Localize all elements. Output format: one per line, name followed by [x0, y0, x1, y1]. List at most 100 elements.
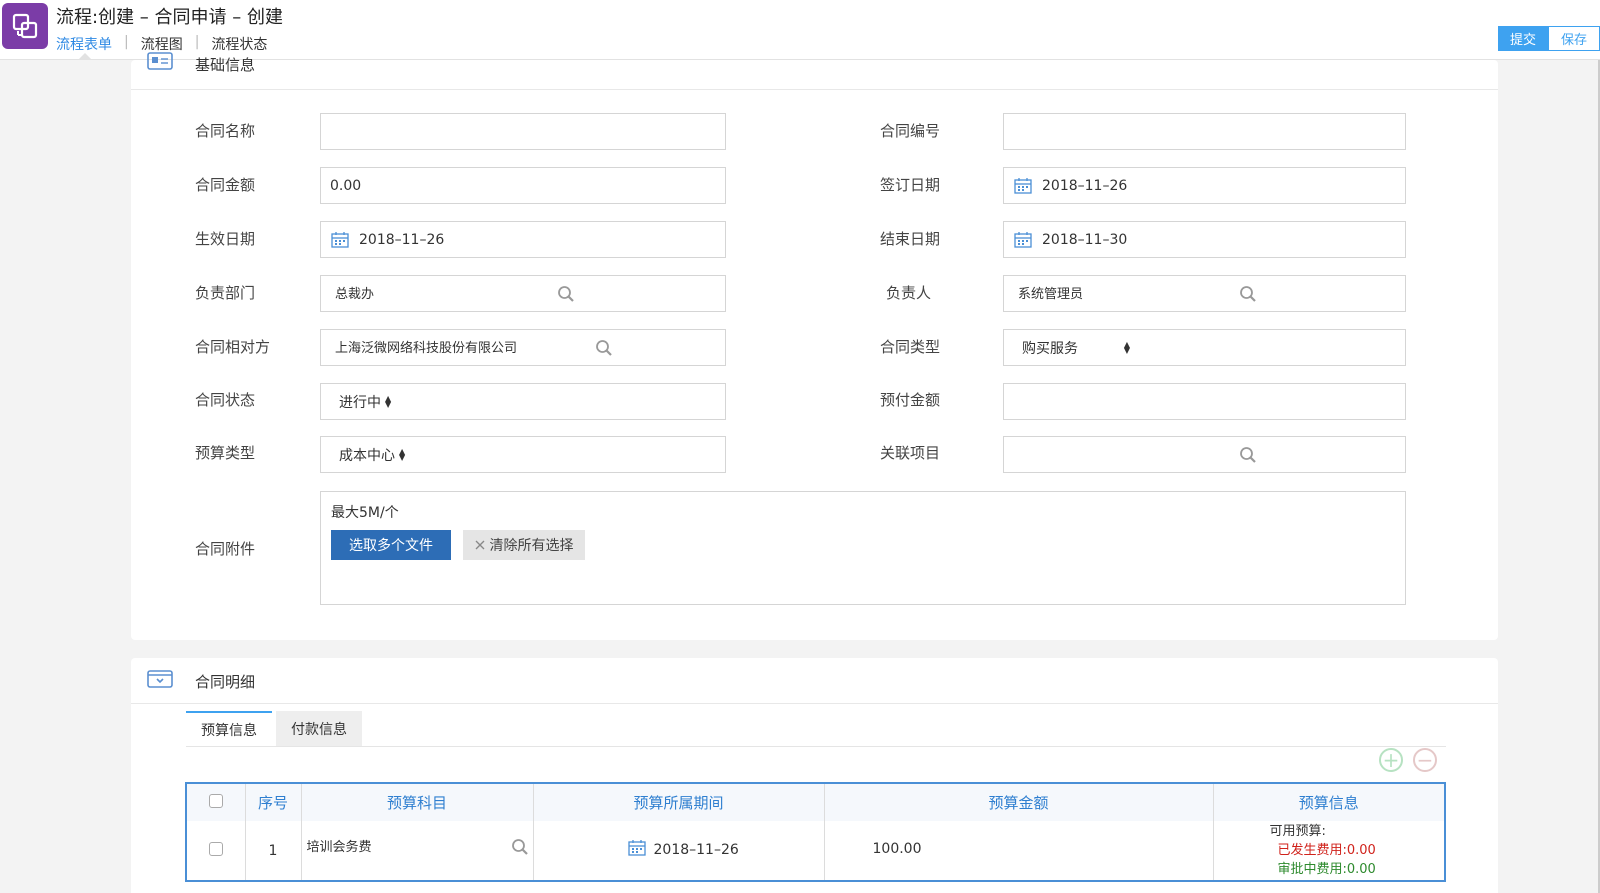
contract-name-input[interactable] [320, 113, 726, 150]
department-value: 总裁办 [335, 287, 375, 302]
contract-amount-input[interactable]: 0.00 [320, 167, 726, 204]
effective-date-label: 生效日期 [195, 230, 256, 248]
owner-input[interactable]: 系统管理员 [1003, 275, 1406, 312]
select-arrows-icon: ▲ ▼ [1123, 339, 1130, 355]
clear-selection-button[interactable]: 清除所有选择 [463, 530, 585, 560]
nav-flow-form[interactable]: 流程表单 [56, 34, 124, 54]
attachment-hint: 最大5M/个 [331, 505, 399, 521]
counterparty-label: 合同相对方 [195, 338, 271, 356]
calendar-icon[interactable] [627, 839, 646, 860]
submit-button[interactable]: 提交 [1498, 26, 1548, 51]
end-date-value: 2018–11–30 [1042, 231, 1128, 248]
clear-selection-label: 清除所有选择 [489, 538, 574, 554]
contract-status-select[interactable]: 进行中 ▲ ▼ [320, 383, 726, 420]
contract-amount-value: 0.00 [330, 177, 362, 194]
contract-no-input[interactable] [1003, 113, 1406, 150]
row-amount-value: 100.00 [872, 841, 922, 857]
end-date-input[interactable]: 2018–11–30 [1003, 221, 1406, 258]
counterparty-value: 上海泛微网络科技股份有限公司 [335, 341, 518, 356]
effective-date-input[interactable]: 2018–11–26 [320, 221, 726, 258]
nav-active-caret [78, 53, 92, 60]
choose-files-button[interactable]: 选取多个文件 [331, 530, 451, 560]
add-row-button[interactable]: + [1379, 748, 1403, 772]
incurred-cost: 已发生费用:0.00 [1277, 843, 1376, 858]
save-button[interactable]: 保存 [1548, 26, 1600, 51]
related-project-label: 关联项目 [880, 444, 941, 462]
sign-date-label: 签订日期 [880, 176, 941, 194]
budget-type-dropdown[interactable]: 成本中心 ▲ ▼ [331, 445, 405, 465]
related-project-input[interactable] [1003, 436, 1406, 473]
col-budget-info: 预算信息 [1213, 784, 1444, 821]
contract-amount-label: 合同金额 [195, 176, 256, 194]
select-all-cell [187, 784, 246, 821]
table-row: 1 培训会务费 2018–11–26 100.00 可用预算: 已发生费用:0.… [187, 821, 1444, 880]
basic-info-header: 基础信息 [131, 52, 1498, 90]
tray-icon [147, 670, 173, 692]
contract-status-dropdown[interactable]: 进行中 ▲ ▼ [331, 392, 391, 412]
nav-separator: | [194, 34, 200, 50]
search-icon[interactable] [511, 838, 529, 860]
col-budget-period: 预算所属期间 [533, 784, 825, 821]
select-arrows-icon: ▲ ▼ [385, 393, 392, 409]
row-subject-value: 培训会务费 [306, 840, 372, 855]
tab-divider [186, 746, 1446, 747]
contract-detail-title: 合同明细 [195, 673, 256, 691]
row-amount-cell[interactable]: 100.00 [824, 821, 1214, 880]
row-period-value: 2018–11–26 [653, 842, 739, 858]
col-index: 序号 [245, 784, 302, 821]
row-checkbox[interactable] [208, 841, 223, 856]
prepaid-amount-input[interactable] [1003, 383, 1406, 420]
contract-type-label: 合同类型 [880, 338, 941, 356]
col-budget-subject: 预算科目 [301, 784, 534, 821]
available-budget: 可用预算: [1269, 824, 1326, 839]
page-title: 流程:创建 – 合同申请 – 创建 [56, 7, 283, 28]
contract-type-select[interactable]: 购买服务 ▲ ▼ [1003, 329, 1406, 366]
nav-flow-status[interactable]: 流程状态 [211, 34, 279, 54]
select-all-checkbox[interactable] [208, 793, 223, 808]
row-subject-cell[interactable]: 培训会务费 [301, 821, 534, 880]
tab-budget-info[interactable]: 预算信息 [186, 711, 272, 746]
calendar-icon[interactable] [1014, 177, 1032, 194]
contract-status-value: 进行中 [339, 394, 381, 411]
owner-value: 系统管理员 [1018, 287, 1084, 302]
search-icon[interactable] [1239, 446, 1257, 468]
counterparty-input[interactable]: 上海泛微网络科技股份有限公司 [320, 329, 726, 366]
id-card-icon [147, 52, 173, 74]
detail-tabs: 预算信息 付款信息 [186, 711, 366, 746]
workflow-app-icon [2, 3, 48, 49]
budget-type-select[interactable]: 成本中心 ▲ ▼ [320, 436, 726, 473]
calendar-icon[interactable] [331, 231, 349, 248]
contract-status-label: 合同状态 [195, 391, 256, 409]
contract-type-value: 购买服务 [1022, 340, 1078, 357]
department-label: 负责部门 [195, 284, 256, 302]
budget-table: 序号 预算科目 预算所属期间 预算金额 预算信息 1 培训会务费 2018–11… [185, 782, 1446, 882]
contract-no-label: 合同编号 [880, 122, 941, 140]
effective-date-value: 2018–11–26 [359, 231, 445, 248]
contract-type-dropdown[interactable]: 购买服务 ▲ ▼ [1014, 338, 1130, 358]
nav-separator: | [124, 34, 129, 50]
calendar-icon[interactable] [1014, 231, 1032, 248]
budget-type-value: 成本中心 [339, 447, 395, 464]
col-budget-amount: 预算金额 [824, 784, 1214, 821]
table-header-row: 序号 预算科目 预算所属期间 预算金额 预算信息 [187, 784, 1444, 821]
search-icon[interactable] [1239, 285, 1257, 307]
budget-info-block: 可用预算: 已发生费用:0.00 审批中费用:0.00 [1214, 822, 1445, 879]
prepaid-amount-label: 预付金额 [880, 391, 941, 409]
top-bar: 流程:创建 – 合同申请 – 创建 流程表单 | 流程图 | 流程状态 提交 保… [0, 0, 1600, 60]
remove-row-button[interactable]: − [1413, 748, 1437, 772]
contract-detail-header: 合同明细 [131, 658, 1498, 704]
department-input[interactable]: 总裁办 [320, 275, 726, 312]
row-budget-info-cell: 可用预算: 已发生费用:0.00 审批中费用:0.00 [1213, 821, 1444, 880]
form-nav: 流程表单 | 流程图 | 流程状态 [56, 34, 279, 54]
select-arrows-icon: ▲ ▼ [399, 446, 406, 462]
search-icon[interactable] [557, 285, 575, 307]
tab-payment-info[interactable]: 付款信息 [276, 711, 362, 746]
nav-flow-chart[interactable]: 流程图 [141, 34, 195, 54]
sign-date-input[interactable]: 2018–11–26 [1003, 167, 1406, 204]
search-icon[interactable] [595, 339, 613, 361]
end-date-label: 结束日期 [880, 230, 941, 248]
sign-date-value: 2018–11–26 [1042, 177, 1128, 194]
attachment-label: 合同附件 [195, 540, 256, 558]
row-period-cell[interactable]: 2018–11–26 [533, 821, 825, 880]
action-buttons: 提交 保存 [1498, 26, 1600, 51]
